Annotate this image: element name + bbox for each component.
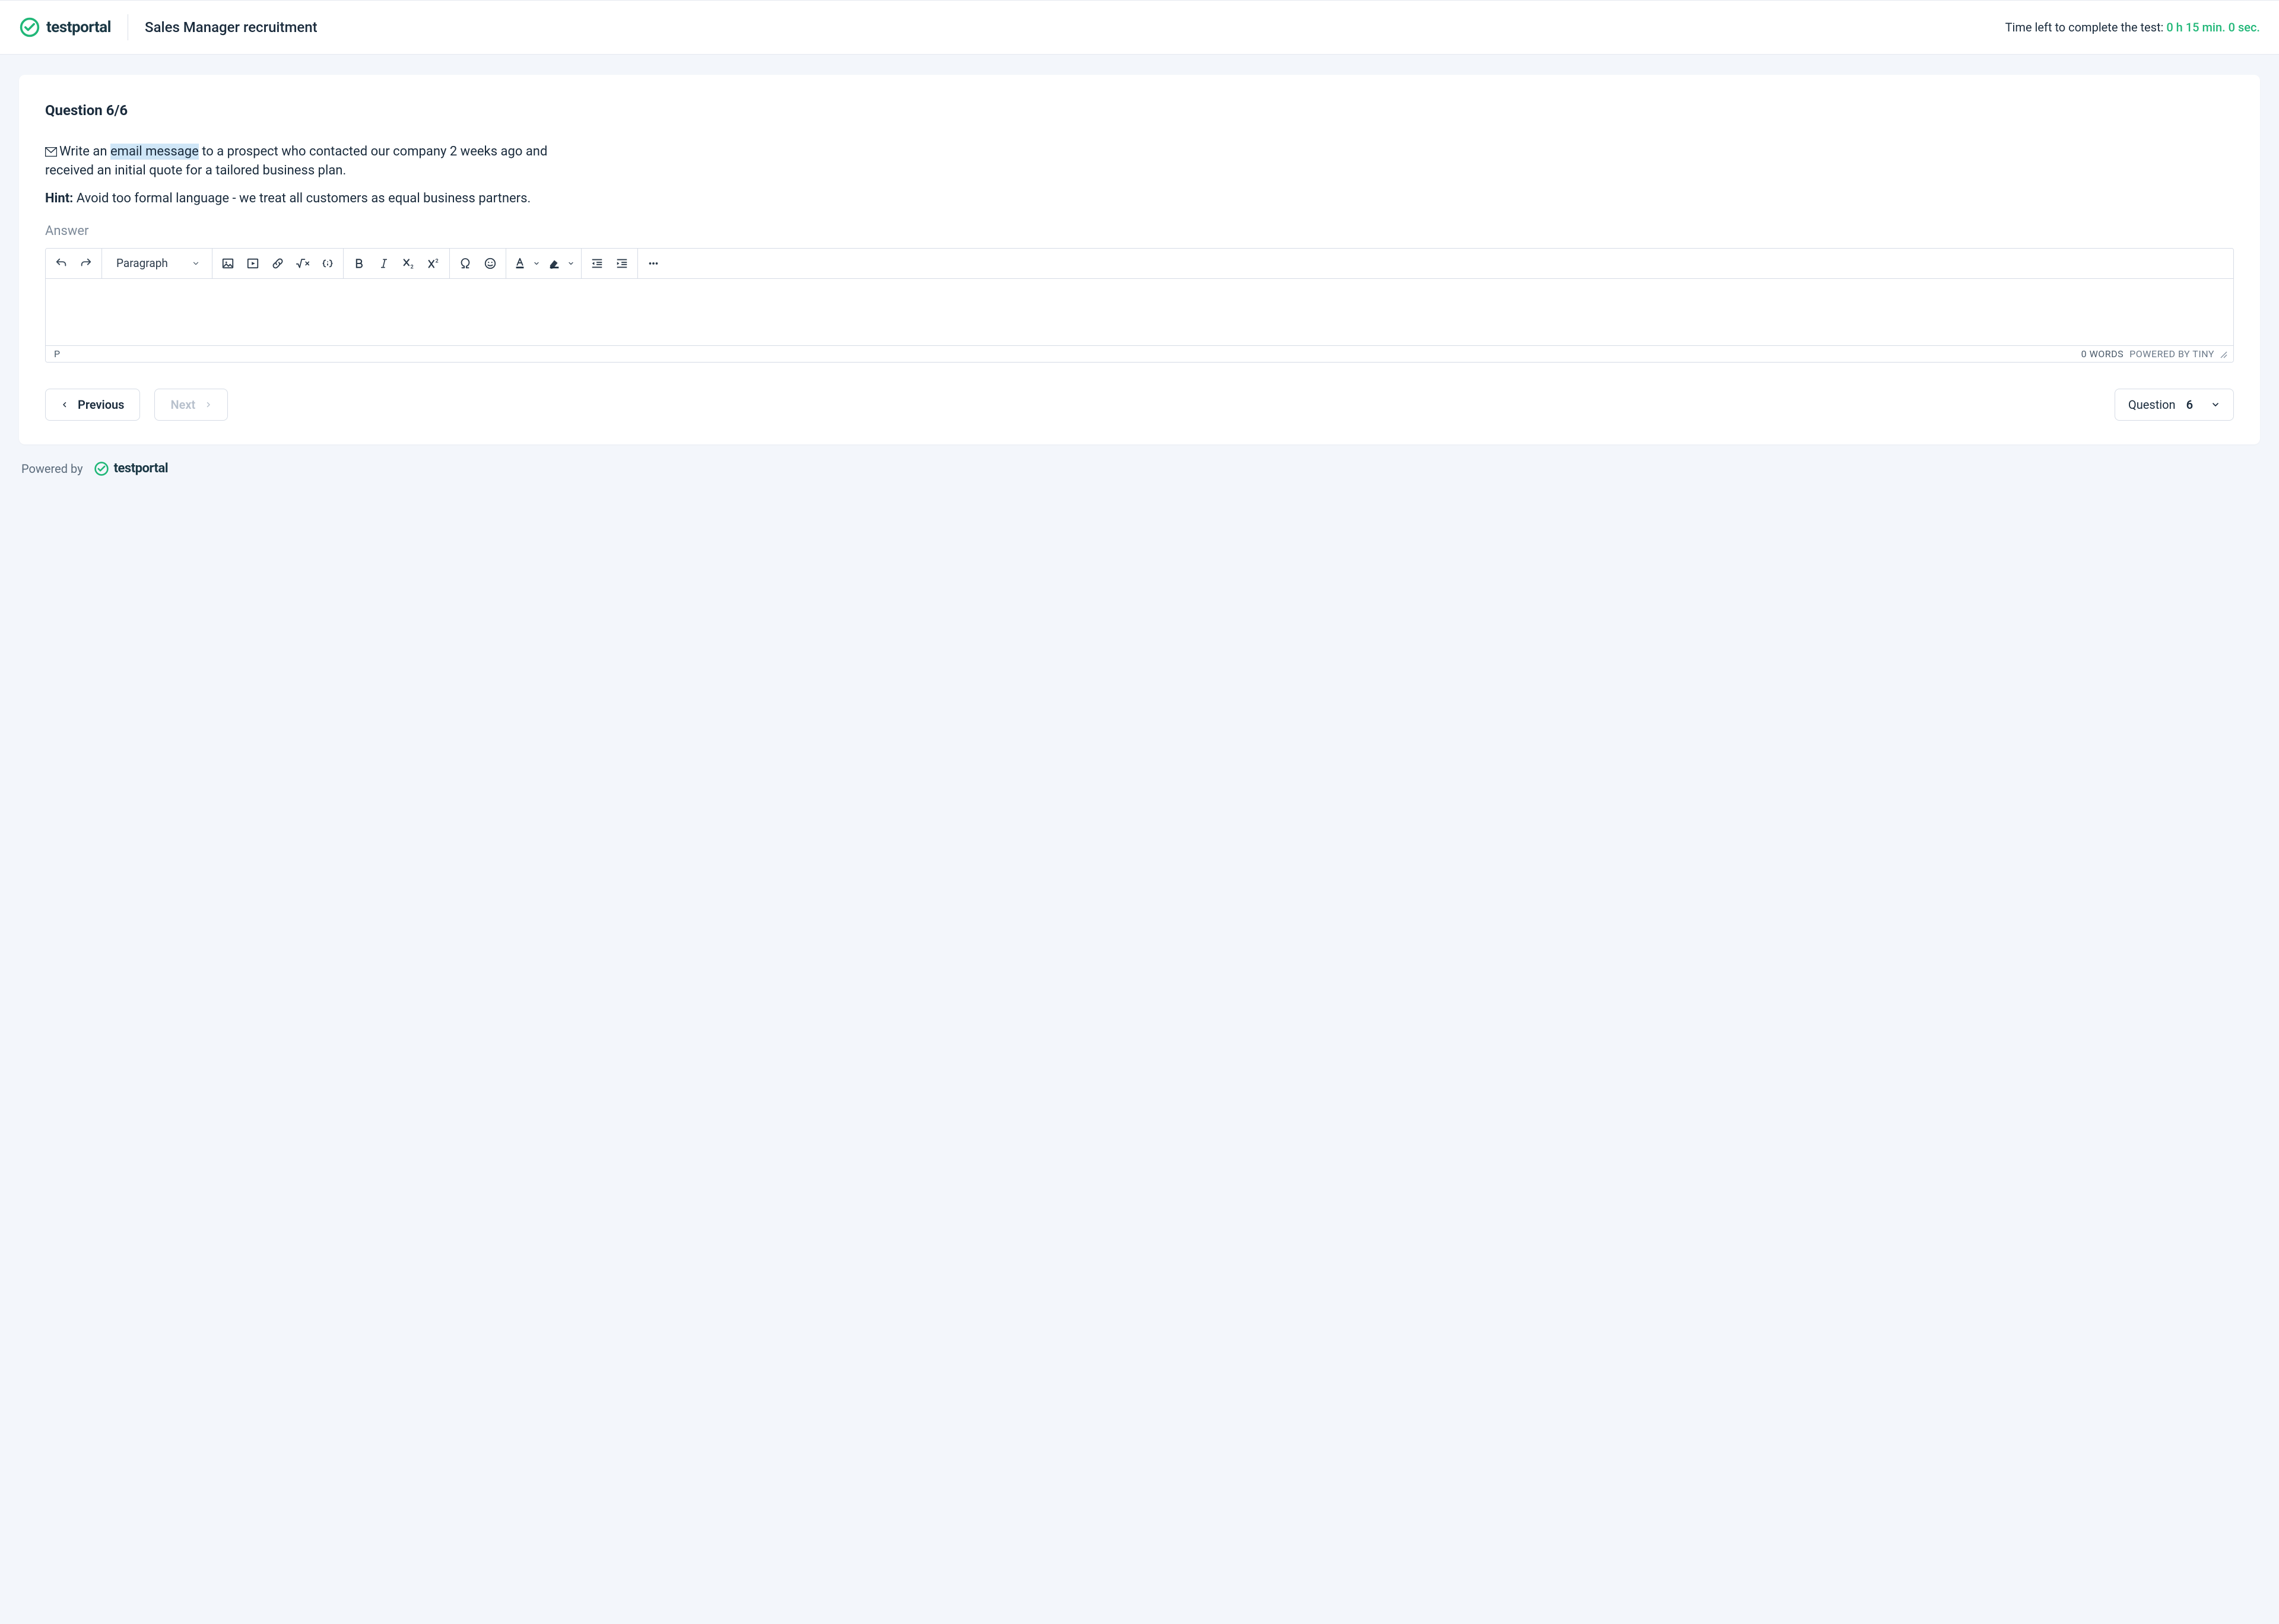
previous-label: Previous xyxy=(78,398,124,412)
top-bar: testportal Sales Manager recruitment Tim… xyxy=(0,0,2279,55)
chevron-down-icon xyxy=(2211,400,2220,409)
text-color-dropdown[interactable] xyxy=(530,252,543,275)
brand-logo: testportal xyxy=(19,17,111,38)
test-title: Sales Manager recruitment xyxy=(145,19,318,36)
previous-button[interactable]: Previous xyxy=(45,389,140,421)
undo-button[interactable] xyxy=(49,252,73,275)
block-format-label: Paragraph xyxy=(116,256,168,270)
svg-text:2: 2 xyxy=(435,258,438,264)
highlighted-text: email message xyxy=(110,144,199,160)
highlight-color-dropdown[interactable] xyxy=(564,252,577,275)
bold-button[interactable] xyxy=(347,252,371,275)
next-label: Next xyxy=(170,398,195,412)
insert-image-button[interactable] xyxy=(216,252,240,275)
editor-toolbar: Paragraph xyxy=(46,249,2233,279)
highlight-color-button[interactable] xyxy=(544,252,564,275)
timer-value: 0 h 15 min. 0 sec. xyxy=(2166,20,2260,34)
block-format-select[interactable]: Paragraph xyxy=(106,252,208,275)
timer-label: Time left to complete the test: xyxy=(2005,20,2167,34)
insert-code-button[interactable] xyxy=(316,252,339,275)
text-color-button[interactable] xyxy=(510,252,530,275)
question-selector[interactable]: Question 6 xyxy=(2115,389,2234,421)
svg-text:2: 2 xyxy=(410,264,413,269)
editor-statusbar: P 0 WORDS POWERED BY TINY xyxy=(46,345,2233,362)
question-hint: Hint: Avoid too formal language - we tre… xyxy=(45,191,2234,206)
chevron-left-icon xyxy=(61,400,68,409)
outdent-button[interactable] xyxy=(585,252,609,275)
rich-text-editor: Paragraph xyxy=(45,248,2234,363)
powered-by-label: Powered by xyxy=(21,462,83,476)
more-options-button[interactable] xyxy=(642,252,665,275)
question-selector-label: Question xyxy=(2128,398,2176,412)
powered-by-tiny[interactable]: POWERED BY TINY xyxy=(2129,348,2214,360)
insert-link-button[interactable] xyxy=(266,252,290,275)
question-card: Question 6/6 Write an email message to a… xyxy=(19,75,2260,444)
element-path[interactable]: P xyxy=(52,348,60,360)
chevron-down-icon xyxy=(192,259,200,268)
special-character-button[interactable] xyxy=(453,252,477,275)
question-heading: Question 6/6 xyxy=(45,102,2234,119)
timer: Time left to complete the test: 0 h 15 m… xyxy=(2005,20,2260,34)
next-button[interactable]: Next xyxy=(154,389,228,421)
superscript-button[interactable]: 2 xyxy=(422,252,446,275)
checkmark-circle-icon xyxy=(94,461,109,476)
redo-button[interactable] xyxy=(74,252,98,275)
footer-brand-name: testportal xyxy=(114,461,169,476)
answer-label: Answer xyxy=(45,224,2234,239)
question-nav: Previous Next Question 6 xyxy=(45,389,2234,421)
insert-equation-button[interactable] xyxy=(291,252,315,275)
checkmark-circle-icon xyxy=(19,17,40,38)
editor-content-area[interactable] xyxy=(46,279,2233,345)
brand-name: testportal xyxy=(46,18,111,36)
hint-text: Avoid too formal language - we treat all… xyxy=(73,191,531,206)
hint-label: Hint: xyxy=(45,191,73,206)
question-selector-value: 6 xyxy=(2186,398,2193,412)
indent-button[interactable] xyxy=(610,252,634,275)
subscript-button[interactable]: 2 xyxy=(397,252,421,275)
footer: Powered by testportal xyxy=(19,444,2260,482)
chevron-right-icon xyxy=(205,400,212,409)
resize-handle-icon[interactable] xyxy=(2218,349,2227,358)
question-text: Write an email message to a prospect who… xyxy=(45,142,567,180)
word-count[interactable]: 0 WORDS xyxy=(2081,348,2124,360)
emoji-button[interactable] xyxy=(478,252,502,275)
italic-button[interactable] xyxy=(372,252,396,275)
insert-media-button[interactable] xyxy=(241,252,265,275)
footer-brand[interactable]: testportal xyxy=(94,461,169,476)
mail-icon xyxy=(45,147,57,157)
